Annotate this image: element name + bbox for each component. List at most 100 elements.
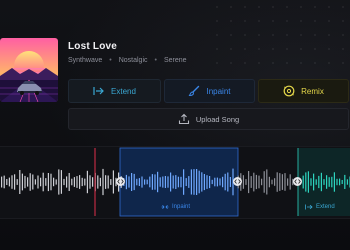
tag-separator: • (154, 57, 157, 64)
waveform-bar (92, 177, 94, 187)
inpaint-button-label: Inpaint (206, 86, 231, 96)
waveform-bar (229, 177, 231, 187)
inpaint-start-handle[interactable] (116, 177, 125, 186)
waveform-bar (289, 174, 291, 190)
waveform-bar (201, 172, 203, 192)
waveform-bar (164, 176, 166, 188)
remix-disc-icon (283, 85, 295, 97)
tag-genre: Synthwave (68, 57, 103, 64)
inpaint-end-handle[interactable] (233, 177, 242, 186)
waveform-bar (151, 174, 153, 190)
waveform-bar (331, 176, 333, 188)
upload-song-button[interactable]: Upload Song (68, 108, 349, 130)
tag-separator: • (109, 57, 112, 64)
upload-song-label: Upload Song (195, 114, 240, 124)
waveform-bar (105, 175, 107, 189)
waveform-bar (190, 169, 192, 195)
waveform-bar (84, 178, 86, 186)
waveform-bar (99, 177, 101, 187)
waveform-bar (344, 174, 346, 189)
waveform-bar (248, 171, 250, 194)
waveform-bar (162, 176, 164, 188)
waveform-bar (214, 177, 216, 187)
extend-button[interactable]: Extend (68, 79, 161, 103)
waveform-bar (81, 177, 83, 187)
waveform-bar (224, 173, 226, 191)
tag-style: Serene (163, 57, 187, 64)
waveform-bar (245, 179, 247, 185)
waveform-bar (131, 173, 133, 191)
waveform-bar (146, 179, 148, 185)
waveform-bar (154, 174, 156, 190)
extend-arrow-icon (93, 87, 104, 95)
waveform-bar (196, 169, 198, 195)
waveform-bar (253, 172, 255, 192)
waveform-bar (157, 171, 159, 193)
inpaint-region-text: Inpaint (172, 204, 191, 210)
waveform-bar (11, 175, 13, 189)
waveform-bar (263, 171, 265, 193)
extend-start-handle[interactable] (293, 177, 302, 186)
waveform-bar (222, 176, 224, 188)
waveform-bar (276, 172, 278, 192)
waveform-bar (45, 178, 47, 186)
extend-region-label: Extend (305, 204, 335, 210)
waveform-bar (79, 175, 81, 189)
waveform-bar (27, 177, 29, 187)
waveform-bar (144, 179, 146, 185)
waveform-bar (279, 173, 281, 191)
waveform-bar (86, 170, 88, 194)
song-tags: Synthwave • Nostalgic • Serene (68, 57, 187, 64)
waveform-bar (58, 169, 60, 195)
extend-region-text: Extend (316, 204, 335, 210)
extend-button-label: Extend (111, 86, 136, 96)
upload-icon (178, 113, 189, 125)
waveform-bar (89, 175, 91, 189)
remix-button-label: Remix (301, 86, 324, 96)
waveform-bar (102, 168, 104, 196)
waveform-bar (188, 176, 190, 188)
waveform-bar (266, 169, 268, 195)
waveform-bar (326, 175, 328, 189)
background-dot-grid (210, 0, 350, 70)
waveform-bar (284, 173, 286, 191)
waveform-bar (133, 173, 135, 191)
waveform-bar (110, 179, 112, 185)
waveform-bar (307, 171, 309, 193)
waveform-bar (310, 178, 312, 186)
waveform-bar (21, 173, 23, 191)
waveform-bar (323, 179, 325, 185)
double-arrow-icon (161, 204, 169, 210)
arrow-bar-icon (305, 204, 313, 210)
waveform-bar (177, 176, 179, 188)
waveform-bar (219, 178, 221, 186)
waveform-bar (141, 176, 143, 188)
waveform-bar (281, 174, 283, 190)
album-cover-art (0, 38, 58, 102)
waveform-bar (112, 170, 114, 194)
waveform-bar (6, 179, 8, 185)
waveform-bar (250, 176, 252, 188)
album-cover[interactable] (0, 38, 58, 102)
waveform-bar (315, 179, 317, 185)
waveform-bar (47, 173, 49, 192)
waveform-bar (341, 180, 343, 184)
inpaint-button[interactable]: Inpaint (164, 79, 255, 103)
waveform-bar (346, 179, 348, 185)
waveform-bar (107, 175, 109, 189)
waveform-bar (328, 177, 330, 187)
waveform-bar (206, 175, 208, 189)
remix-button[interactable]: Remix (258, 79, 349, 103)
waveform-bar (16, 179, 18, 185)
waveform-bar (128, 176, 130, 188)
waveform-bar (138, 178, 140, 186)
waveform-bar (32, 174, 34, 190)
waveform-bar (8, 177, 10, 187)
waveform-bar (172, 175, 174, 189)
waveform-bar (167, 176, 169, 188)
waveform-bar (209, 176, 211, 189)
waveform-bar (53, 177, 55, 187)
waveform-bar (159, 177, 161, 187)
waveform-bar (37, 175, 39, 189)
handle-arrows-icon (294, 179, 301, 184)
